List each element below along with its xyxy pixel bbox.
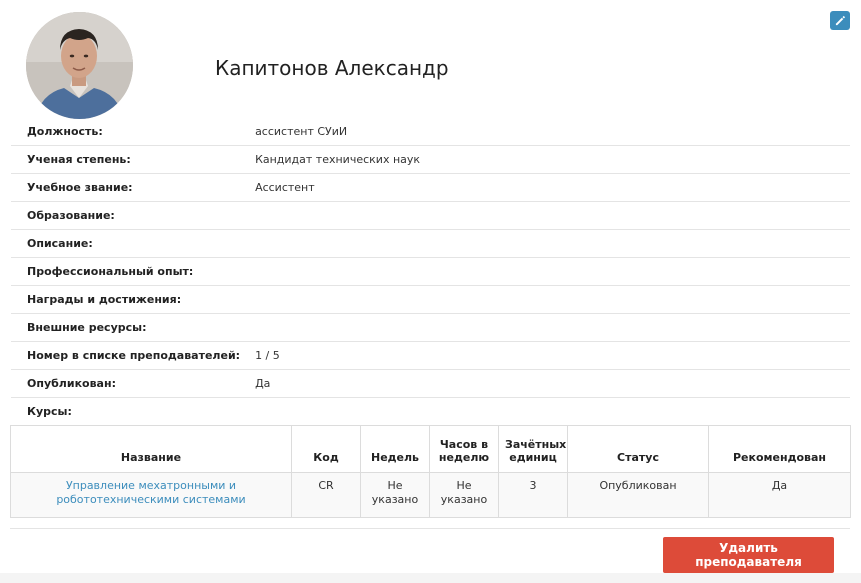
info-row: Образование: [11,201,850,230]
field-value [240,313,850,342]
edit-button[interactable] [830,11,850,30]
field-label: Опубликован: [11,369,241,398]
field-value: Да [240,369,850,398]
info-row: Должность: ассистент СУиИ [11,118,850,146]
delete-teacher-button[interactable]: Удалить преподавателя [663,537,834,573]
info-row: Учебное звание: Ассистент [11,173,850,202]
column-header[interactable]: Статус [567,425,709,473]
teacher-name: Капитонов Александр [215,56,449,80]
field-label: Ученая степень: [11,145,241,174]
field-label: Внешние ресурсы: [11,313,241,342]
column-header[interactable]: Недель [360,425,430,473]
field-value: 1 / 5 [240,341,850,370]
teacher-info-table: Должность: ассистент СУиИ Ученая степень: К… [11,118,850,425]
field-value [240,257,850,286]
column-header[interactable]: Зачётных единиц [498,425,568,473]
field-value: Ассистент [240,173,850,202]
field-value [240,201,850,230]
courses-table: Название Код Недель Часов в неделю Зачётных … [10,425,851,518]
courses-header-row: Название Код Недель Часов в неделю Зачётных … [10,425,851,473]
table-cell: 3 [498,472,568,518]
table-cell: CR [291,472,361,518]
field-label: Образование: [11,201,241,230]
info-row: Ученая степень: Кандидат технических наук [11,145,850,174]
table-cell: Да [708,472,851,518]
column-header[interactable]: Код [291,425,361,473]
info-row: Внешние ресурсы: [11,313,850,342]
field-label: Учебное звание: [11,173,241,202]
field-value: ассистент СУиИ [255,125,348,138]
table-cell: Не указано [429,472,499,518]
column-header[interactable]: Название [10,425,292,473]
info-row: Номер в списке преподавателей: 1 / 5 [11,341,850,370]
avatar [26,12,133,119]
info-row: Описание: [11,229,850,258]
info-row: Опубликован: Да [11,369,850,398]
field-value [240,397,850,425]
field-value: Кандидат технических наук [240,145,850,174]
field-label: Награды и достижения: [11,285,241,314]
teacher-profile-panel: Капитонов Александр Должность: ассистент … [0,0,861,573]
field-label: Должность: [27,125,103,138]
field-label: Номер в списке преподавателей: [11,341,241,370]
info-row: Награды и достижения: [11,285,850,314]
pencil-icon [835,15,845,26]
column-header[interactable]: Часов в неделю [429,425,499,473]
info-row: Профессиональный опыт: [11,257,850,286]
field-label: Описание: [11,229,241,258]
table-cell: Не указано [360,472,430,518]
field-value [240,285,850,314]
column-header[interactable]: Рекомендован [708,425,851,473]
table-cell: Опубликован [567,472,709,518]
field-label: Курсы: [11,397,241,425]
divider [10,528,850,529]
course-link[interactable]: Управление мехатронными и робототехничес… [56,479,245,506]
table-cell: Управление мехатронными и робототехничес… [10,472,292,518]
field-label: Профессиональный опыт: [11,257,241,286]
info-row: Курсы: [11,397,850,425]
field-value [240,229,850,258]
table-row: Управление мехатронными и робототехничес… [10,472,851,518]
